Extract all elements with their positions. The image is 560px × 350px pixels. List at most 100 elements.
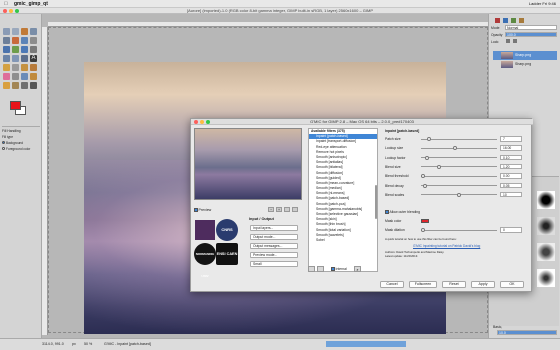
- blur-tool-icon[interactable]: [30, 82, 37, 89]
- bucket-fill-tool-icon[interactable]: [3, 64, 10, 71]
- param-slider[interactable]: [421, 155, 497, 160]
- mask-color-swatch[interactable]: [421, 219, 429, 223]
- param-slider[interactable]: [421, 174, 497, 179]
- slider-knob[interactable]: [421, 174, 425, 179]
- tutorial-link[interactable]: G'MIC Inpainting tutorial on Patrick Dav…: [413, 244, 525, 248]
- blend-tool-icon[interactable]: [12, 64, 19, 71]
- fill-option-background[interactable]: Background: [2, 141, 23, 145]
- zoom-select[interactable]: 50 %: [84, 342, 92, 346]
- remove-favorite-button[interactable]: [317, 266, 324, 272]
- brush-preview[interactable]: [537, 191, 555, 209]
- slider-knob[interactable]: [453, 146, 458, 151]
- unit-select[interactable]: px: [72, 342, 76, 346]
- brush-spacing-slider[interactable]: 10.0: [497, 330, 557, 335]
- output-messages-select[interactable]: Output messages...: [250, 243, 298, 249]
- opacity-slider[interactable]: 100.0: [505, 32, 557, 37]
- zoom-fit-button[interactable]: [284, 207, 290, 212]
- apple-icon[interactable]: : [4, 1, 8, 7]
- brush-preview[interactable]: [537, 243, 555, 261]
- layers-tab-icon[interactable]: [495, 18, 500, 23]
- param-spinbox[interactable]: 0.05: [500, 182, 522, 188]
- ink-tool-icon[interactable]: [21, 73, 28, 80]
- ellipse-select-tool-icon[interactable]: [12, 28, 19, 35]
- internal-checkbox[interactable]: Internal: [331, 267, 347, 271]
- mask-dilation-slider[interactable]: [421, 228, 497, 232]
- history-tab-icon[interactable]: [519, 18, 524, 23]
- clone-tool-icon[interactable]: [30, 73, 37, 80]
- paintbrush-tool-icon[interactable]: [30, 64, 37, 71]
- param-spinbox[interactable]: 16.00: [500, 145, 522, 151]
- slider-knob[interactable]: [423, 183, 428, 188]
- param-slider[interactable]: [421, 146, 497, 151]
- param-slider[interactable]: [421, 192, 497, 197]
- add-favorite-button[interactable]: [308, 266, 315, 272]
- preview-size-select[interactable]: Small: [250, 261, 298, 267]
- filter-list-scrollbar[interactable]: [375, 185, 377, 219]
- slider-knob[interactable]: [457, 192, 461, 197]
- zoom-out-button[interactable]: −: [268, 207, 274, 212]
- param-spinbox[interactable]: 0.00: [500, 173, 522, 179]
- mask-dilation-spinbox[interactable]: 0: [500, 227, 522, 233]
- move-tool-icon[interactable]: [3, 46, 10, 53]
- eraser-tool-icon[interactable]: [3, 73, 10, 80]
- layer-row[interactable]: Sharp.png: [493, 60, 557, 69]
- fuzzy-select-tool-icon[interactable]: [30, 28, 37, 35]
- scale-tool-icon[interactable]: [3, 55, 10, 62]
- dialog-zoom-button[interactable]: [206, 120, 210, 124]
- param-spinbox[interactable]: 7: [500, 136, 522, 142]
- foreground-color-swatch[interactable]: [10, 101, 21, 110]
- airbrush-tool-icon[interactable]: [12, 73, 19, 80]
- ok-button[interactable]: OK: [500, 281, 524, 288]
- param-spinbox[interactable]: 0.10: [500, 154, 522, 161]
- rotate-tool-icon[interactable]: [30, 46, 37, 53]
- param-spinbox[interactable]: 1.20: [500, 163, 522, 170]
- smudge-tool-icon[interactable]: [12, 82, 19, 89]
- preview-mode-select[interactable]: Preview mode...: [250, 252, 298, 258]
- brush-preview[interactable]: [537, 217, 555, 235]
- dodge-burn-tool-icon[interactable]: [21, 82, 28, 89]
- mode-select[interactable]: Normal: [505, 25, 557, 30]
- slider-knob[interactable]: [436, 164, 441, 169]
- zoom-tool-icon[interactable]: [21, 37, 28, 44]
- reset-button[interactable]: Reset: [442, 281, 466, 288]
- layer-row[interactable]: Sharp.png: [493, 51, 557, 60]
- dialog-minimize-button[interactable]: [200, 120, 204, 124]
- output-mode-select[interactable]: Output mode...: [250, 234, 298, 240]
- shear-tool-icon[interactable]: [12, 55, 19, 62]
- zoom-reset-button[interactable]: [292, 207, 298, 212]
- slider-knob[interactable]: [424, 155, 429, 160]
- preview-image[interactable]: [194, 128, 302, 200]
- filter-tree[interactable]: Available filters (375) Inpaint [patch-b…: [308, 128, 378, 272]
- input-layers-select[interactable]: Input layers...: [250, 225, 298, 231]
- pencil-tool-icon[interactable]: [21, 64, 28, 71]
- free-select-tool-icon[interactable]: [21, 28, 28, 35]
- lock-pixels-icon[interactable]: [506, 39, 510, 43]
- dialog-close-button[interactable]: [194, 120, 198, 124]
- measure-tool-icon[interactable]: [30, 37, 37, 44]
- preview-checkbox[interactable]: Preview: [194, 208, 211, 212]
- app-name[interactable]: gmic_gimp_qt: [14, 1, 48, 7]
- fullscreen-button[interactable]: Fullscreen: [409, 281, 437, 288]
- crop-tool-icon[interactable]: [21, 46, 28, 53]
- search-icon[interactable]: ⌕: [354, 266, 361, 272]
- param-spinbox[interactable]: 10: [500, 191, 522, 198]
- cancel-button[interactable]: Cancel: [380, 281, 404, 288]
- color-picker-tool-icon[interactable]: [12, 37, 19, 44]
- heal-tool-icon[interactable]: [3, 82, 10, 89]
- param-slider[interactable]: [421, 183, 497, 188]
- rect-select-tool-icon[interactable]: [3, 28, 10, 35]
- lock-alpha-icon[interactable]: [513, 39, 517, 43]
- zoom-in-button[interactable]: +: [276, 207, 282, 212]
- channels-tab-icon[interactable]: [503, 18, 508, 23]
- outer-blending-checkbox[interactable]: Allow outer blending: [385, 209, 527, 215]
- param-slider[interactable]: [421, 137, 497, 141]
- slider-knob[interactable]: [426, 137, 431, 141]
- slider-knob[interactable]: [421, 228, 425, 232]
- param-slider[interactable]: [421, 164, 497, 169]
- filter-item[interactable]: Sobel: [309, 238, 377, 243]
- brush-preview[interactable]: [537, 269, 555, 287]
- fill-option-foreground[interactable]: Foreground color: [2, 147, 30, 151]
- perspective-tool-icon[interactable]: [21, 55, 28, 62]
- text-tool-icon[interactable]: A: [30, 55, 37, 62]
- paths-tool-icon[interactable]: [3, 37, 10, 44]
